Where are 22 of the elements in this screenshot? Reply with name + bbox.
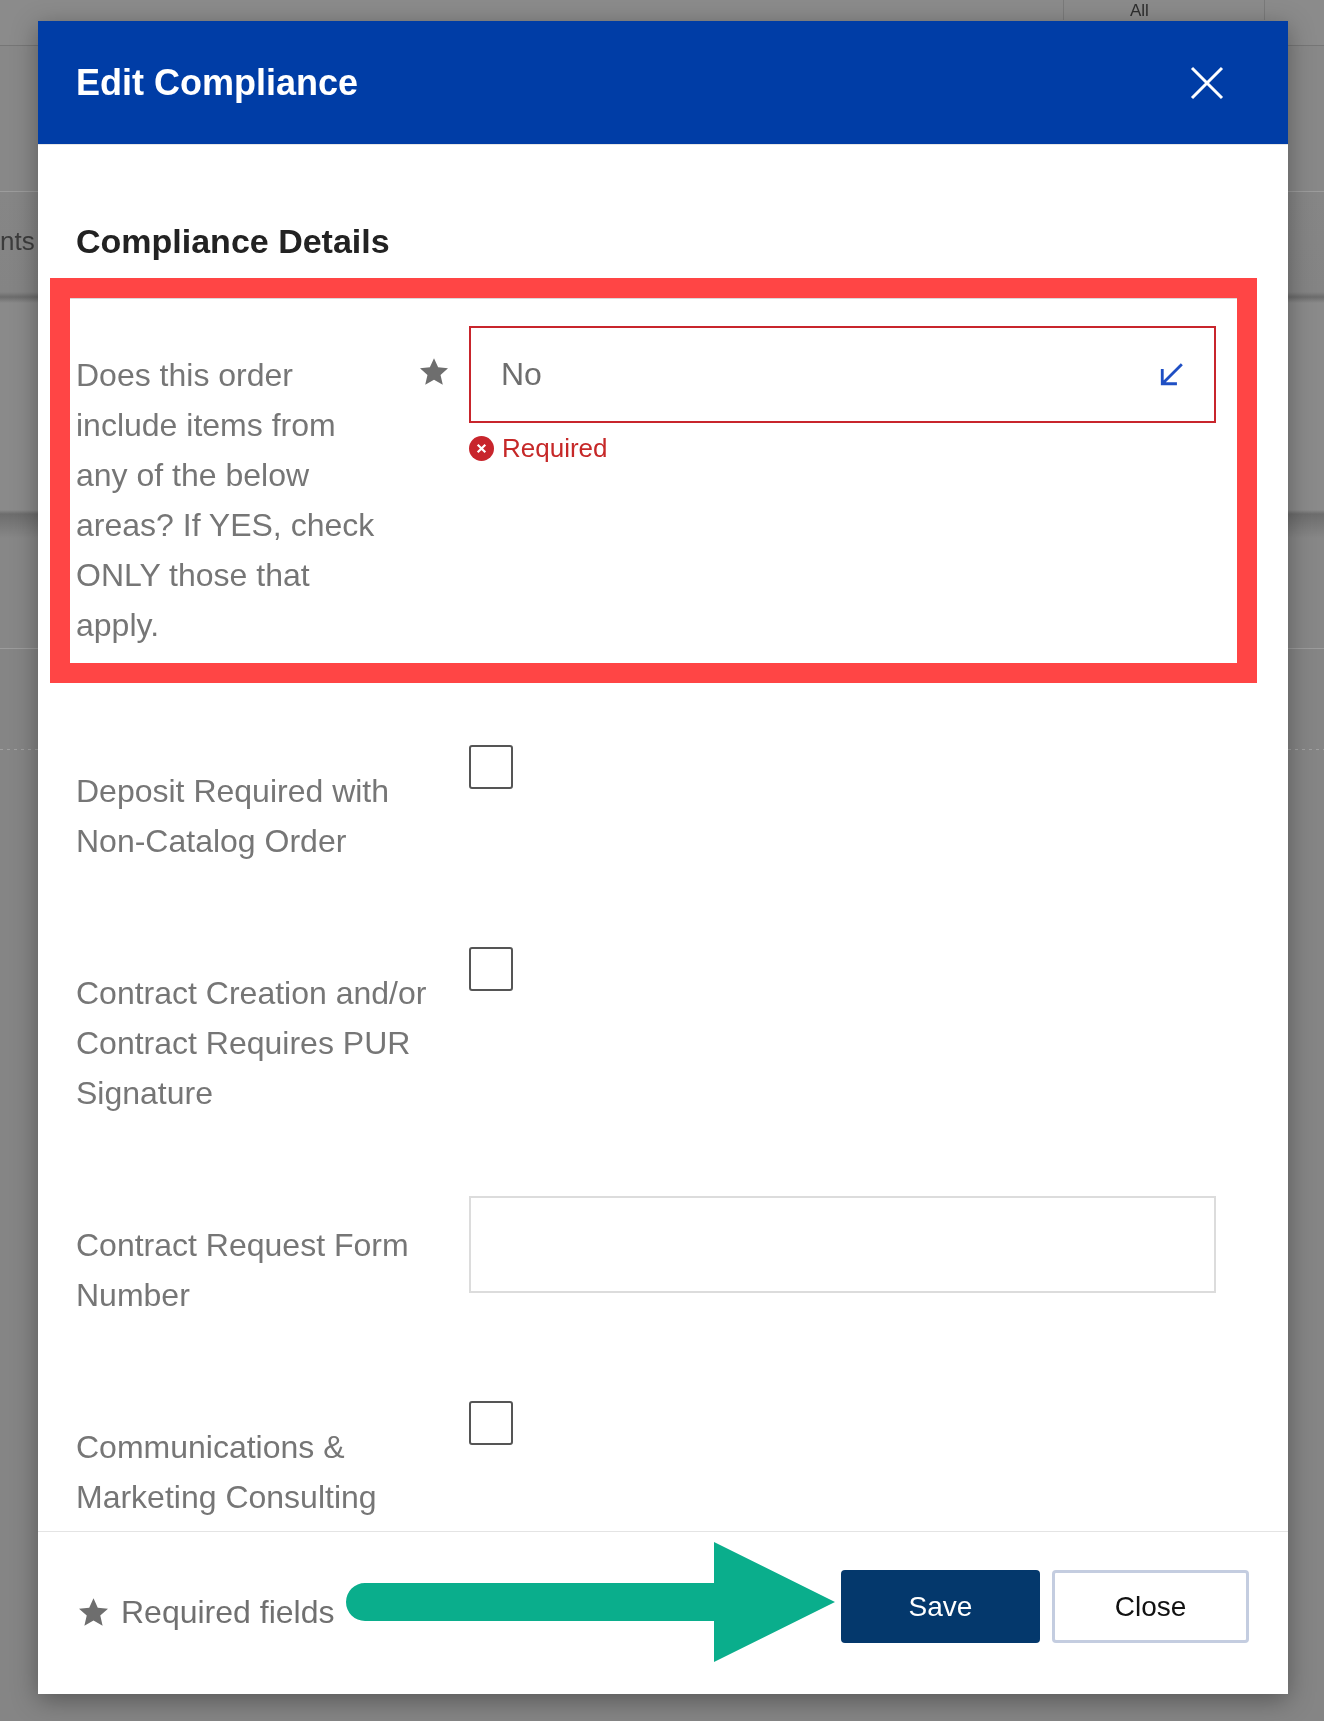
checkbox[interactable]: [469, 1401, 513, 1445]
tab[interactable]: All: [1063, 0, 1265, 20]
field-label: Contract Creation and/or Contract Requires PUR Signature: [76, 974, 428, 1113]
field-label: Does this order include items from any of the below areas? If YES, check ONLY those that apply.: [76, 356, 376, 645]
field-label: Contract Request Form Number: [76, 1226, 410, 1315]
error-message: Required: [502, 433, 608, 463]
checkbox[interactable]: [469, 745, 513, 789]
section-heading: Compliance Details: [76, 221, 390, 261]
dropdown-field[interactable]: No: [469, 326, 1216, 423]
star-icon: [79, 1598, 108, 1626]
text-field[interactable]: [469, 1196, 1216, 1293]
checkbox[interactable]: [469, 947, 513, 991]
error-icon: [469, 435, 494, 461]
close-button[interactable]: Close: [1052, 1570, 1249, 1643]
dialog-title: Edit Compliance: [76, 61, 359, 104]
down-left-arrow-icon: [1159, 362, 1184, 387]
close-icon[interactable]: [1190, 65, 1224, 100]
field-label: Communications & Marketing Consulting: [76, 1428, 378, 1517]
page-text: nts: [0, 227, 35, 255]
required-fields-note: Required fields: [121, 1594, 335, 1630]
field-label: Deposit Required with Non-Catalog Order: [76, 772, 391, 861]
save-button[interactable]: Save: [841, 1570, 1040, 1643]
